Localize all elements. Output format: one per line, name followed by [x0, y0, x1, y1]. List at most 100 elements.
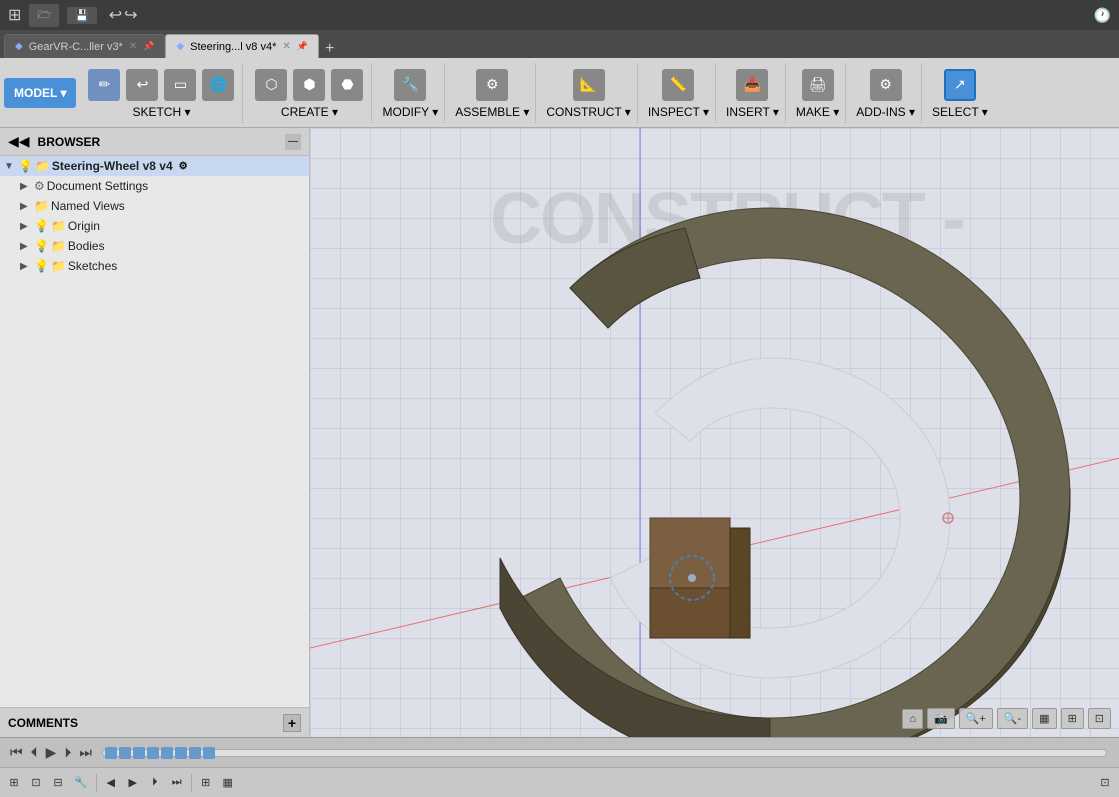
timeline-marker-7[interactable] — [189, 747, 201, 759]
square-block — [650, 518, 750, 638]
select-label: SELECT ▾ — [932, 105, 988, 119]
bt-end-button[interactable]: ⊡ — [1095, 772, 1115, 794]
sketches-label: Sketches — [68, 259, 117, 273]
zoom-fit-button[interactable]: 🔍+ — [959, 708, 993, 729]
timeline-marker-2[interactable] — [119, 747, 131, 759]
insert-label: INSERT ▾ — [726, 105, 779, 119]
tab-icon-1: ◆ — [176, 41, 184, 52]
doc-settings-gear-icon: ⚙ — [34, 179, 45, 193]
comments-add-button[interactable]: + — [283, 714, 301, 732]
bt-button-4[interactable]: 🔧 — [70, 772, 92, 794]
timeline-track[interactable] — [102, 749, 1107, 757]
tab-gearvrcontroller[interactable]: ◆ GearVR-C...ller v3* ✕ 📌 — [4, 34, 165, 58]
timeline-marker-5[interactable] — [161, 747, 173, 759]
root-settings-icon: ⚙ — [179, 161, 188, 172]
model-menu-button[interactable]: MODEL ▾ — [4, 78, 76, 108]
toolbar: MODEL ▾ ✏ ↩ ▭ 🌐 SKETCH ▾ ⬡ ⬢ — [0, 58, 1119, 128]
viewport-controls: ⌂ 📷 🔍+ 🔍- ▦ ⊞ ⊡ — [902, 708, 1111, 729]
redo-button[interactable]: ↪ — [124, 5, 137, 25]
grid-settings-button[interactable]: ⊡ — [1088, 708, 1111, 729]
timeline-play-button[interactable]: ▶ — [44, 742, 59, 763]
browser-minimize-button[interactable]: — — [285, 134, 301, 150]
tree-item-named-views[interactable]: ▶ 📁 Named Views — [0, 196, 309, 216]
insert-icon: 📥 — [736, 69, 768, 101]
timeline-prev-button[interactable]: ⏴ — [29, 742, 40, 763]
app-grid-icon[interactable]: ⊞ — [8, 5, 21, 25]
tab-close-0[interactable]: ✕ — [129, 41, 137, 52]
tab-steeringwheel[interactable]: ◆ Steering...l v8 v4* ✕ 📌 — [165, 34, 319, 58]
tree-item-sketches[interactable]: ▶ 💡 📁 Sketches — [0, 256, 309, 276]
make-button[interactable]: 🖨 — [800, 67, 836, 103]
root-label: Steering-Wheel v8 v4 — [52, 159, 173, 173]
tree-item-bodies[interactable]: ▶ 💡 📁 Bodies — [0, 236, 309, 256]
timeline-marker-3[interactable] — [133, 747, 145, 759]
timeline-marker-8[interactable] — [203, 747, 215, 759]
sketch-finish-button[interactable]: ↩ — [124, 67, 160, 103]
insert-button[interactable]: 📥 — [734, 67, 770, 103]
bt-divider-2 — [191, 774, 192, 792]
timeline-marker-6[interactable] — [175, 747, 187, 759]
comments-label: COMMENTS — [8, 716, 78, 730]
bt-button-6[interactable]: ▶ — [123, 772, 143, 794]
file-menu-button[interactable]: 🗁 — [29, 4, 59, 27]
titlebar: ⊞ 🗁 💾 ↩ ↪ 🕐 — [0, 0, 1119, 30]
addins-button[interactable]: ⚙ — [868, 67, 904, 103]
inspect-button[interactable]: 📏 — [660, 67, 696, 103]
tree-root-item[interactable]: ▼ 💡 📁 Steering-Wheel v8 v4 ⚙ — [0, 156, 309, 176]
zoom-out-button[interactable]: 🔍- — [997, 708, 1028, 729]
bt-button-2[interactable]: ⊡ — [26, 772, 46, 794]
timeline-last-button[interactable]: ⏭ — [77, 742, 94, 763]
origin-bulb-icon: 💡 — [34, 219, 49, 233]
bt-grid-button[interactable]: ▦ — [218, 772, 238, 794]
bt-snap-button[interactable]: ⊞ — [196, 772, 216, 794]
named-views-folder-icon: 📁 — [34, 199, 49, 213]
bodies-bulb-icon: 💡 — [34, 239, 49, 253]
modify-button[interactable]: 🔧 — [392, 67, 428, 103]
file-icon: 🗁 — [37, 9, 51, 21]
modify-label: MODIFY ▾ — [382, 105, 438, 119]
browser-collapse-icon[interactable]: ◀◀ — [8, 133, 30, 150]
camera-button[interactable]: 📷 — [927, 708, 955, 729]
tab-close-1[interactable]: ✕ — [282, 41, 290, 52]
construct-button[interactable]: 📐 — [571, 67, 607, 103]
bt-button-5[interactable]: ◀ — [101, 772, 121, 794]
bt-button-3[interactable]: ⊟ — [48, 772, 68, 794]
timeline-first-button[interactable]: ⏮ — [8, 742, 25, 763]
named-views-arrow: ▶ — [20, 201, 32, 212]
tree-item-document-settings[interactable]: ▶ ⚙ Document Settings — [0, 176, 309, 196]
select-button[interactable]: ↗ — [942, 67, 978, 103]
sketch-button[interactable]: ✏ — [86, 67, 122, 103]
timeline-next-button[interactable]: ⏵ — [62, 742, 73, 763]
assemble-icon: ⚙ — [476, 69, 508, 101]
assemble-button[interactable]: ⚙ — [474, 67, 510, 103]
create-extrude-icon: ⬡ — [255, 69, 287, 101]
named-views-label: Named Views — [51, 199, 125, 213]
bt-button-8[interactable]: ⏭ — [167, 772, 187, 794]
display-mode-button[interactable]: ▦ — [1032, 708, 1056, 729]
home-view-button[interactable]: ⌂ — [902, 709, 923, 729]
inspect-label: INSPECT ▾ — [648, 105, 709, 119]
sketch-label: SKETCH ▾ — [132, 105, 190, 119]
save-button[interactable]: 💾 — [67, 7, 97, 24]
create-extrude-button[interactable]: ⬡ — [253, 67, 289, 103]
new-tab-button[interactable]: + — [319, 40, 340, 58]
timeline-marker-1[interactable] — [105, 747, 117, 759]
bt-button-7[interactable]: ⏵ — [145, 772, 165, 794]
assemble-label: ASSEMBLE ▾ — [455, 105, 529, 119]
grid-toggle-button[interactable]: ⊞ — [1061, 708, 1084, 729]
sketch-finish-icon: ↩ — [126, 69, 158, 101]
undo-button[interactable]: ↩ — [109, 5, 122, 25]
timeline-marker-4[interactable] — [147, 747, 159, 759]
bt-button-1[interactable]: ⊞ — [4, 772, 24, 794]
sketch-sphere-button[interactable]: 🌐 — [200, 67, 236, 103]
create-revolve-button[interactable]: ⬢ — [291, 67, 327, 103]
sketch-rect-button[interactable]: ▭ — [162, 67, 198, 103]
viewport[interactable]: CONSTRUCT - — [310, 128, 1119, 737]
tree-item-origin[interactable]: ▶ 💡 📁 Origin — [0, 216, 309, 236]
create-sweep-icon: ⬣ — [331, 69, 363, 101]
select-group: ↗ SELECT ▾ — [926, 63, 994, 123]
create-sweep-button[interactable]: ⬣ — [329, 67, 365, 103]
browser-header: ◀◀ BROWSER — — [0, 128, 309, 156]
bodies-label: Bodies — [68, 239, 105, 253]
steering-wheel-body — [500, 208, 1070, 737]
